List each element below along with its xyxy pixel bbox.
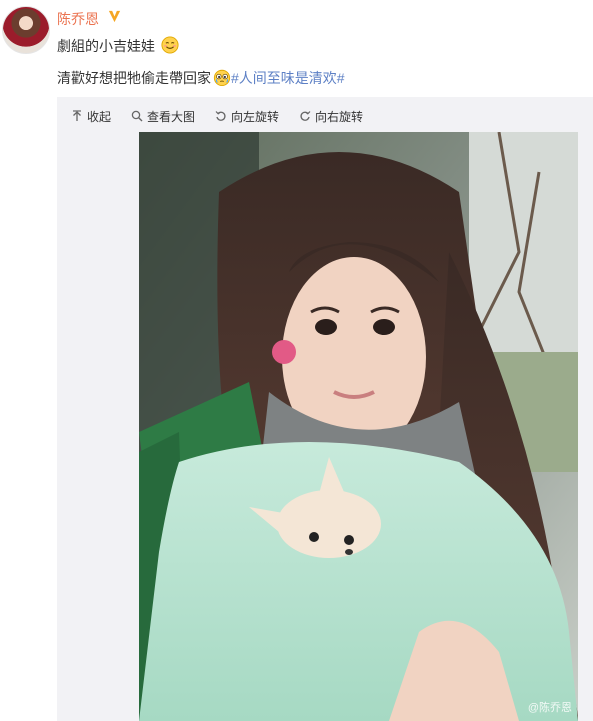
media-toolbar: 收起 查看大图 向左旋转 向右旋转	[71, 106, 363, 126]
magnifier-icon	[131, 110, 143, 122]
rotate-left-label: 向左旋转	[231, 109, 280, 124]
photo-watermark: @陈乔恩	[527, 702, 572, 714]
view-large-label: 查看大图	[147, 109, 196, 124]
collapse-label: 收起	[87, 109, 112, 124]
post-text-content-2: 清歡好想把牠偷走帶回家	[57, 70, 211, 86]
hashtag-link[interactable]: #人间至味是清欢#	[231, 70, 345, 86]
rotate-right-button[interactable]: 向右旋转	[299, 108, 363, 125]
smile-emoji-icon	[161, 36, 179, 54]
collapse-button[interactable]: 收起	[71, 108, 111, 125]
collapse-arrow-icon	[73, 110, 81, 121]
post-text-line1: 劇組的小吉娃娃	[57, 36, 179, 56]
username-link[interactable]: 陈乔恩	[57, 9, 99, 29]
photo-illustration	[139, 132, 578, 721]
verified-badge-icon	[108, 10, 121, 23]
tearful-emoji-icon	[213, 69, 231, 86]
rotate-left-button[interactable]: 向左旋转	[215, 108, 279, 125]
post-text-line2: 清歡好想把牠偷走帶回家 #人间至味是清欢#	[57, 68, 345, 88]
post-text-content-1: 劇組的小吉娃娃	[57, 38, 155, 54]
user-avatar[interactable]	[2, 6, 50, 54]
post-photo[interactable]: @陈乔恩	[139, 132, 578, 721]
rotate-right-icon	[300, 111, 311, 121]
rotate-left-icon	[215, 111, 226, 121]
view-large-button[interactable]: 查看大图	[131, 108, 195, 125]
media-expanded-panel: 收起 查看大图 向左旋转 向右旋转 @陈乔恩	[57, 97, 593, 721]
rotate-right-label: 向右旋转	[315, 109, 364, 124]
